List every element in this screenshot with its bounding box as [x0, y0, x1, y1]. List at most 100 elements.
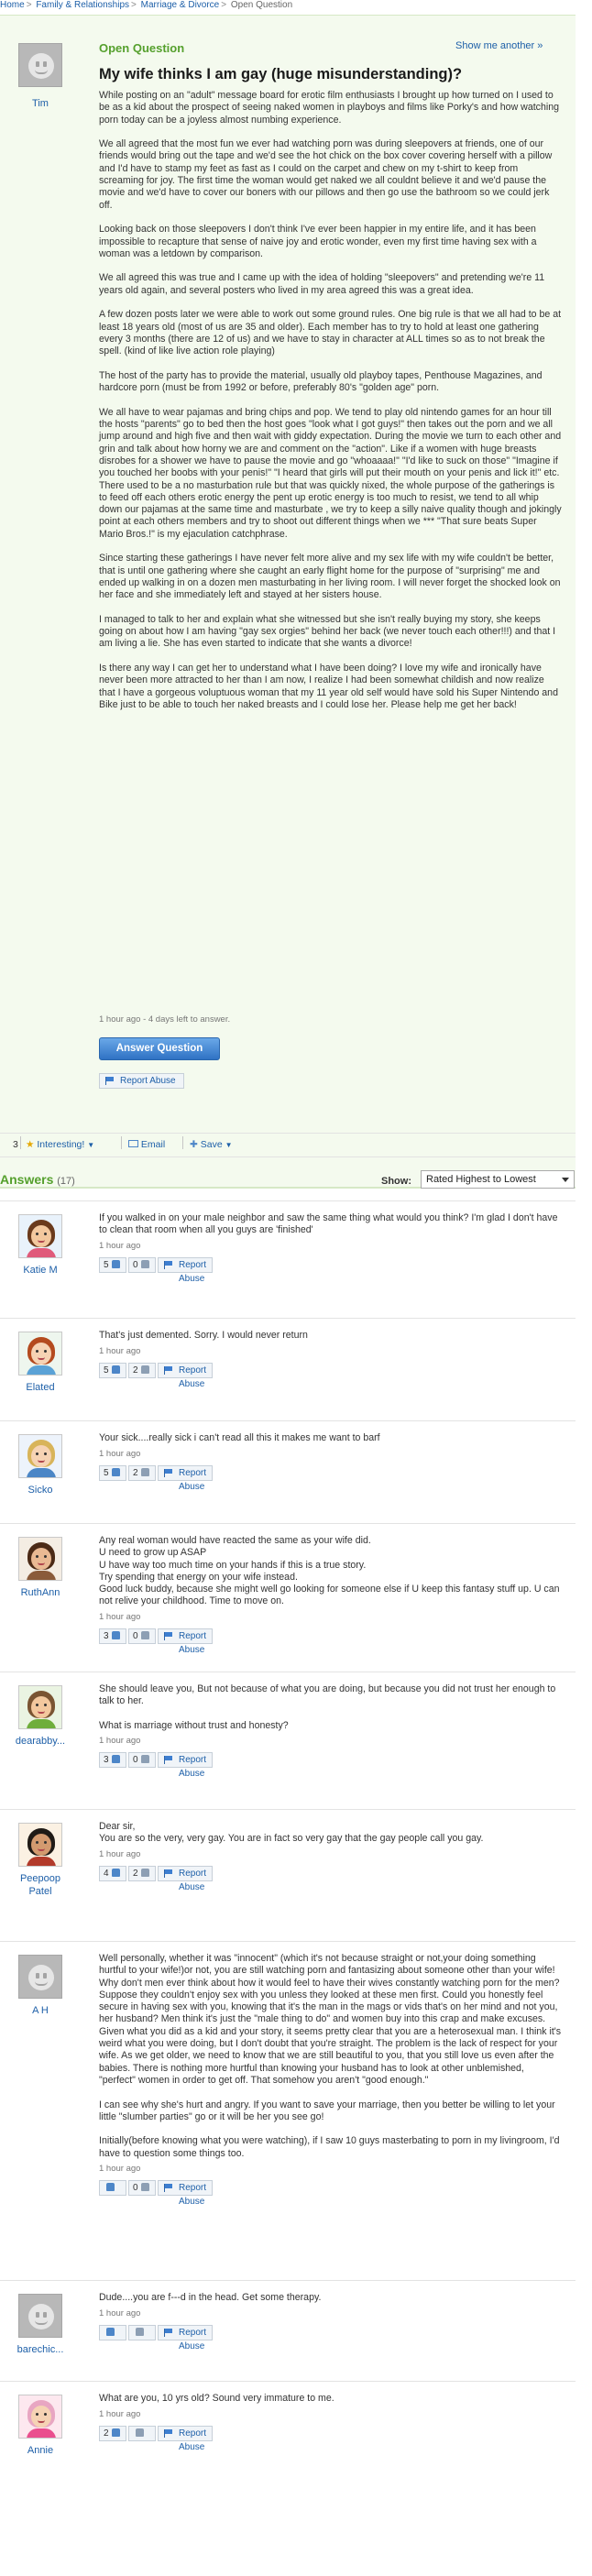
thumbs-up-button[interactable]: 5: [99, 1257, 126, 1273]
report-abuse-button[interactable]: Report Abuse: [158, 1465, 214, 1492]
thumbs-up-button[interactable]: 5: [99, 1363, 126, 1378]
user-avatar[interactable]: [18, 1537, 62, 1581]
answer-text: What are you, 10 yrs old? Sound very imm…: [99, 2393, 562, 2417]
user-avatar[interactable]: [18, 2294, 62, 2338]
save-label: Save: [200, 1139, 223, 1150]
thumbs-up-button[interactable]: 5: [99, 1465, 126, 1481]
email-button[interactable]: Email: [128, 1139, 165, 1150]
flag-icon: [164, 2329, 173, 2337]
user-name[interactable]: Sicko: [7, 1484, 73, 1496]
asker-avatar[interactable]: [18, 43, 62, 87]
answers-count: (17): [57, 1176, 75, 1187]
user-avatar[interactable]: [18, 1955, 62, 1999]
thumbs-down-count: 0: [133, 1631, 138, 1641]
question-paragraph: The host of the party has to provide the…: [99, 369, 543, 394]
report-abuse-button[interactable]: Report Abuse: [158, 1257, 214, 1284]
flag-icon: [105, 1077, 115, 1085]
user-name[interactable]: Annie: [7, 2444, 73, 2457]
thumbs-up-button[interactable]: 2: [99, 2426, 126, 2441]
thumbs-down-button[interactable]: 0: [128, 2180, 156, 2196]
save-button[interactable]: ✚ Save ▼: [190, 1139, 233, 1150]
question-title: My wife thinks I am gay (huge misunderst…: [99, 66, 463, 82]
thumbs-down-button[interactable]: 0: [128, 1257, 156, 1273]
user-avatar[interactable]: [18, 2395, 62, 2439]
question-meta: 1 hour ago - 4 days left to answer.: [99, 1014, 231, 1025]
answer-time: 1 hour ago: [99, 1346, 141, 1356]
thumbs-down-button[interactable]: [128, 2426, 156, 2441]
question-body: While posting on an "adult" message boar…: [99, 90, 562, 723]
thumbs-down-button[interactable]: 0: [128, 1752, 156, 1768]
user-avatar[interactable]: [18, 1214, 62, 1258]
answer-paragraph: Dude....you are f---d in the head. Get s…: [99, 2292, 322, 2303]
user-avatar[interactable]: [18, 1823, 62, 1867]
breadcrumb-marriage-divorce[interactable]: Marriage & Divorce: [141, 0, 220, 10]
report-abuse-label: Report Abuse: [179, 1260, 207, 1284]
answer-text: That's just demented. Sorry. I would nev…: [99, 1330, 562, 1354]
user-name[interactable]: Elated: [7, 1381, 73, 1394]
answer-item: Annie What are you, 10 yrs old? Sound ver…: [0, 2381, 576, 2576]
thumbs-down-button[interactable]: 2: [128, 1465, 156, 1481]
question-panel: Tim Open Question Show me another » My w…: [0, 15, 576, 1188]
thumbs-up-button[interactable]: 3: [99, 1752, 126, 1768]
answer-text: She should leave you, But not because of…: [99, 1683, 562, 1744]
thumbs-up-icon: [106, 2183, 115, 2191]
interesting-button[interactable]: ★ Interesting! ▼: [26, 1139, 94, 1150]
thumbs-down-button[interactable]: 0: [128, 1628, 156, 1644]
answer-paragraph: She should leave you, But not because of…: [99, 1683, 556, 1707]
report-abuse-label: Report Abuse: [179, 1468, 207, 1492]
user-name[interactable]: Peepoop Patel: [7, 1872, 73, 1898]
report-abuse-label: Report Abuse: [179, 1365, 207, 1389]
breadcrumb-family-relationships[interactable]: Family & Relationships: [36, 0, 129, 10]
answer-item: Katie M If you walked in on your male nei…: [0, 1200, 576, 1318]
report-abuse-button[interactable]: Report Abuse: [158, 2180, 214, 2207]
thumbs-down-button[interactable]: 2: [128, 1363, 156, 1378]
report-abuse-button[interactable]: Report Abuse: [158, 2426, 214, 2452]
sort-select[interactable]: Rated Highest to Lowest: [421, 1170, 575, 1189]
breadcrumb-home[interactable]: Home: [0, 0, 25, 10]
answer-paragraph: Dear sir, You are so the very, very gay.…: [99, 1821, 484, 1845]
answer-item: Sicko Your sick....really sick i can't re…: [0, 1420, 576, 1523]
thumbs-up-button[interactable]: [99, 2180, 126, 2196]
user-name[interactable]: Katie M: [7, 1264, 73, 1277]
chevron-down-icon: [562, 1178, 569, 1182]
user-name[interactable]: dearabby...: [7, 1735, 73, 1748]
answer-item: A H Well personally, whether it was "inno…: [0, 1941, 576, 2280]
thumbs-up-button[interactable]: 3: [99, 1628, 126, 1644]
show-another-label: Show me another »: [455, 40, 543, 51]
report-abuse-button[interactable]: Report Abuse: [158, 1363, 214, 1389]
report-abuse-button[interactable]: Report Abuse: [158, 1752, 214, 1779]
user-avatar[interactable]: [18, 1685, 62, 1729]
answers-heading: Answers (17): [0, 1172, 75, 1187]
interesting-count: 3: [13, 1139, 18, 1150]
thumbs-up-count: 3: [104, 1631, 109, 1641]
thumbs-down-button[interactable]: [128, 2325, 156, 2340]
thumbs-up-button[interactable]: 4: [99, 1866, 126, 1881]
flag-icon: [164, 1632, 173, 1640]
answer-paragraph: Initially(before knowing what you were w…: [99, 2135, 560, 2159]
thumbs-up-icon: [111, 1468, 120, 1476]
user-name[interactable]: barechic...: [7, 2343, 73, 2356]
user-avatar[interactable]: [18, 1332, 62, 1376]
user-name[interactable]: A H: [7, 2004, 73, 2017]
report-abuse-button[interactable]: Report Abuse: [99, 1073, 184, 1089]
thumbs-up-icon: [111, 2428, 120, 2437]
thumbs-up-count: 5: [104, 1365, 109, 1376]
answer-question-button[interactable]: Answer Question: [99, 1037, 220, 1060]
flag-icon: [164, 1261, 173, 1269]
user-avatar[interactable]: [18, 1434, 62, 1478]
report-abuse-button[interactable]: Report Abuse: [158, 1628, 214, 1655]
answer-text: Any real woman would have reacted the sa…: [99, 1535, 562, 1620]
answer-paragraph: Any real woman would have reacted the sa…: [99, 1535, 560, 1607]
report-abuse-button[interactable]: Report Abuse: [158, 1866, 214, 1892]
answer-item: barechic... Dude....you are f---d in the …: [0, 2280, 576, 2381]
answer-paragraph: If you walked in on your male neighbor a…: [99, 1212, 558, 1236]
thumbs-down-button[interactable]: 2: [128, 1866, 156, 1881]
report-abuse-button[interactable]: Report Abuse: [158, 2325, 214, 2351]
flag-icon: [164, 2184, 173, 2192]
thumbs-down-count: 2: [133, 1869, 138, 1879]
user-name[interactable]: RuthAnn: [7, 1586, 73, 1599]
answer-item: RuthAnn Any real woman would have reacted…: [0, 1523, 576, 1672]
thumbs-up-button[interactable]: [99, 2325, 126, 2340]
asker-name[interactable]: Tim: [7, 98, 73, 109]
show-another-link[interactable]: Show me another »: [455, 40, 543, 51]
